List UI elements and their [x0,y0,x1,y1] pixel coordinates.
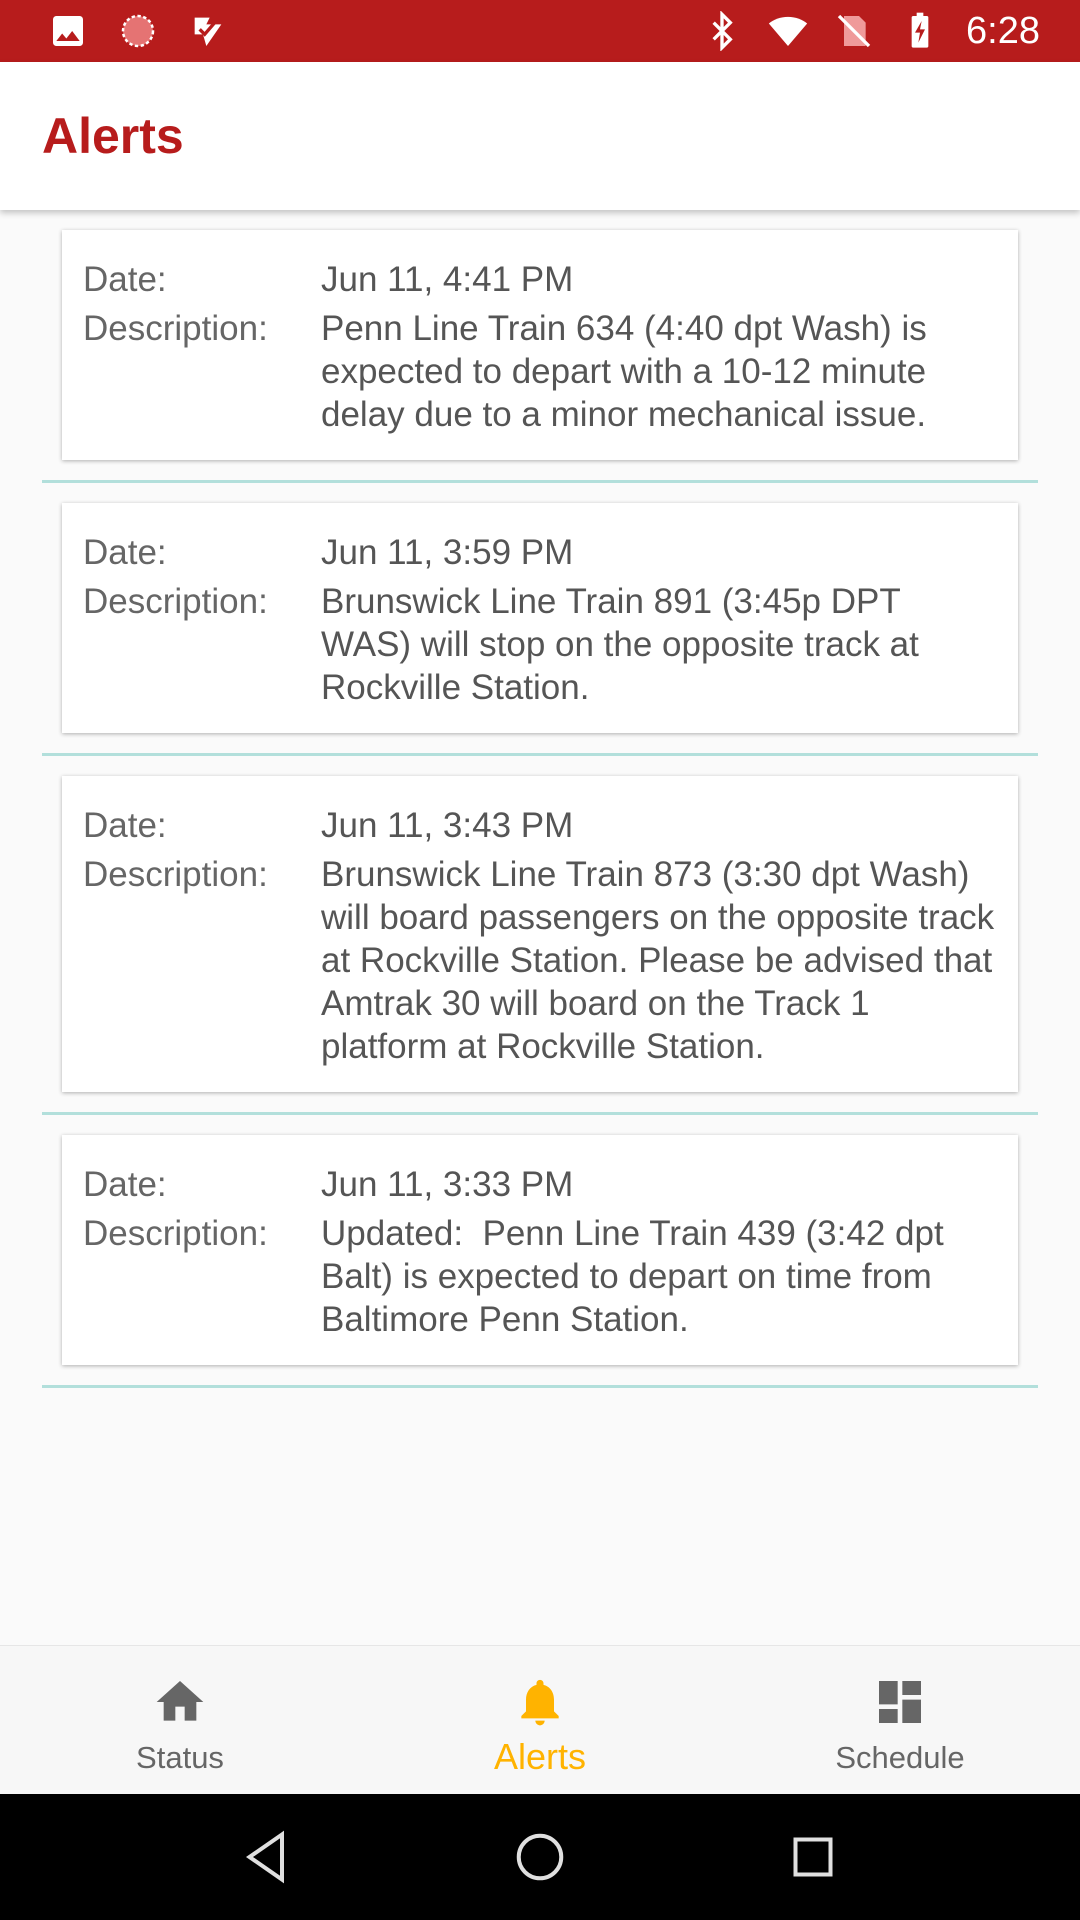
date-label: Date: [83,806,167,845]
alert-date: Jun 11, 3:43 PM [321,806,574,845]
alert-description: Penn Line Train 634 (4:40 dpt Wash) is e… [321,309,937,434]
app-bar: Alerts [0,62,1080,210]
alert-item: Date: Jun 11, 3:43 PM Description: Bruns… [42,776,1038,1115]
check-flag-icon [188,11,228,51]
no-sim-icon [834,11,874,51]
home-circle-icon[interactable] [510,1827,570,1887]
alert-description: Brunswick Line Train 873 (3:30 dpt Wash)… [321,855,1004,1066]
nav-item-schedule[interactable]: Schedule [720,1646,1080,1794]
description-label: Description: [83,309,268,348]
description-label: Description: [83,1214,268,1253]
alert-date: Jun 11, 3:59 PM [321,533,574,572]
recents-icon[interactable] [783,1827,843,1887]
page-title: Alerts [42,108,184,164]
back-icon[interactable] [237,1827,297,1887]
bottom-navigation: Status Alerts Schedule [0,1645,1080,1794]
image-icon [48,11,88,51]
alerts-list[interactable]: Date: Jun 11, 4:41 PM Description: Penn … [0,210,1080,1644]
battery-charging-icon [900,11,940,51]
status-bar: 6:28 [0,0,1080,62]
description-label: Description: [83,855,268,894]
alert-date: Jun 11, 4:41 PM [321,260,574,299]
nav-label-schedule: Schedule [835,1740,965,1775]
dashboard-icon [872,1674,928,1730]
alert-description-row: Description: Brunswick Line Train 891 (3… [83,580,998,709]
status-bar-system: 6:28 [702,10,1040,53]
alert-date-row: Date: Jun 11, 4:41 PM [83,258,998,301]
bluetooth-icon [702,11,742,51]
alert-date-row: Date: Jun 11, 3:33 PM [83,1163,998,1206]
alert-item: Date: Jun 11, 3:59 PM Description: Bruns… [42,503,1038,756]
nav-label-alerts: Alerts [493,1736,587,1777]
alert-item: Date: Jun 11, 4:41 PM Description: Penn … [42,230,1038,483]
date-label: Date: [83,260,167,299]
alert-date-row: Date: Jun 11, 3:43 PM [83,804,998,847]
alert-description-row: Description: Penn Line Train 634 (4:40 d… [83,307,998,436]
status-time: 6:28 [966,9,1040,52]
status-bar-notifications [48,11,228,51]
alert-card[interactable]: Date: Jun 11, 3:43 PM Description: Bruns… [62,776,1018,1092]
description-label: Description: [83,582,268,621]
alert-date-row: Date: Jun 11, 3:59 PM [83,531,998,574]
alert-description-row: Description: Brunswick Line Train 873 (3… [83,853,998,1068]
alert-item: Date: Jun 11, 3:33 PM Description: Updat… [42,1135,1038,1388]
alert-card[interactable]: Date: Jun 11, 4:41 PM Description: Penn … [62,230,1018,460]
alert-card[interactable]: Date: Jun 11, 3:33 PM Description: Updat… [62,1135,1018,1365]
wifi-icon [768,11,808,51]
date-label: Date: [83,1165,167,1204]
alert-description-row: Description: Updated: Penn Line Train 43… [83,1212,998,1341]
nav-item-status[interactable]: Status [0,1646,360,1794]
nav-label-status: Status [136,1740,224,1775]
spinner-icon [118,11,158,51]
bell-icon [512,1674,568,1730]
alert-description: Brunswick Line Train 891 (3:45p DPT WAS)… [321,582,929,707]
nav-item-alerts[interactable]: Alerts [360,1646,720,1794]
system-navigation-bar [0,1794,1080,1920]
date-label: Date: [83,533,167,572]
alert-description: Updated: Penn Line Train 439 (3:42 dpt B… [321,1214,954,1339]
alert-card[interactable]: Date: Jun 11, 3:59 PM Description: Bruns… [62,503,1018,733]
home-icon [152,1674,208,1730]
alert-date: Jun 11, 3:33 PM [321,1165,574,1204]
